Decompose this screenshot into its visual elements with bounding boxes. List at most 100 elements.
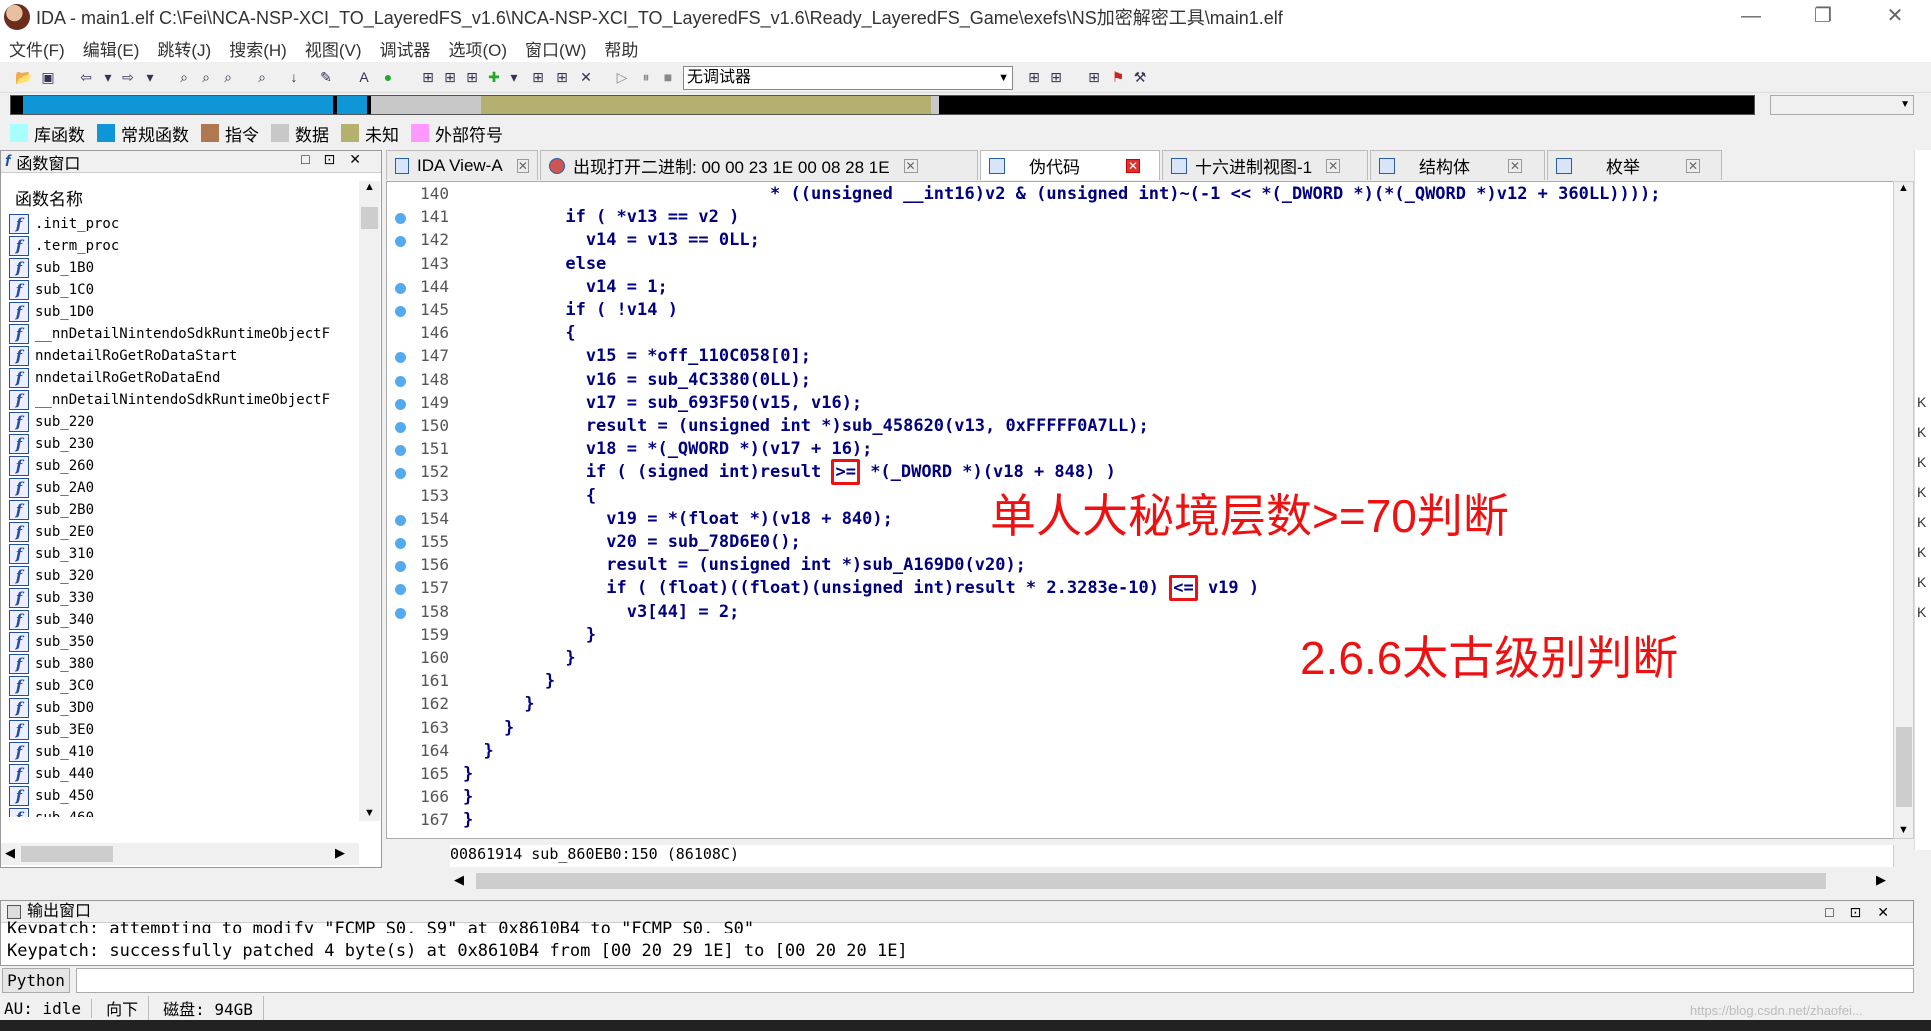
- green-dot-icon[interactable]: ●: [378, 67, 398, 87]
- scroll-down-icon[interactable]: ▼: [359, 807, 380, 819]
- scroll-up-icon[interactable]: ▲: [1894, 182, 1913, 194]
- scroll-right-icon[interactable]: ▶: [335, 845, 345, 861]
- code-line[interactable]: }: [463, 718, 514, 738]
- breakpoint-list-icon[interactable]: ⊞: [1084, 67, 1104, 87]
- tab-hex-view[interactable]: 十六进制视图-1 ✕: [1162, 150, 1368, 180]
- breakpoint-icon[interactable]: ⚑: [1108, 67, 1128, 87]
- code-line[interactable]: }: [463, 764, 473, 784]
- column-header-function-name[interactable]: 函数名称: [15, 185, 83, 210]
- function-list-hscrollbar[interactable]: ◀ ▶: [1, 843, 359, 865]
- code-line[interactable]: result = (unsigned int *)sub_458620(v13,…: [463, 416, 1149, 436]
- function-list-item[interactable]: f sub_410: [9, 741, 359, 763]
- code-line[interactable]: v18 = *(_QWORD *)(v17 + 16);: [463, 439, 873, 459]
- close-icon[interactable]: ✕: [516, 158, 529, 173]
- function-list-item[interactable]: f sub_2A0: [9, 477, 359, 499]
- function-list-item[interactable]: f sub_340: [9, 609, 359, 631]
- search-immediate-icon[interactable]: ⌕: [218, 67, 238, 87]
- function-list-item[interactable]: f sub_3C0: [9, 675, 359, 697]
- function-list-item[interactable]: f .init_proc: [9, 213, 359, 235]
- code-line[interactable]: }: [463, 625, 596, 645]
- minimize-button[interactable]: —: [1715, 0, 1787, 34]
- function-list-item[interactable]: f .term_proc: [9, 235, 359, 257]
- code-line[interactable]: else: [463, 254, 606, 274]
- breakpoint-dot-icon[interactable]: [395, 282, 406, 294]
- breakpoint-dot-icon[interactable]: [395, 514, 406, 526]
- function-list-item[interactable]: f sub_1D0: [9, 301, 359, 323]
- save-icon[interactable]: ▣: [38, 67, 58, 87]
- menu-debugger[interactable]: 调试器: [371, 36, 440, 61]
- stop-icon[interactable]: ■: [658, 67, 678, 87]
- code-line[interactable]: }: [463, 810, 473, 830]
- scroll-right-icon[interactable]: ▶: [1876, 872, 1886, 888]
- debugger-select[interactable]: 无调试器 ▼: [683, 66, 1013, 90]
- code-line[interactable]: }: [463, 671, 555, 691]
- code-line[interactable]: {: [463, 323, 575, 343]
- restore-button[interactable]: ❐: [1787, 0, 1859, 34]
- jump-down-icon[interactable]: ↓: [284, 67, 304, 87]
- function-list-item[interactable]: f sub_2E0: [9, 521, 359, 543]
- function-list-vscrollbar[interactable]: ▲ ▼: [359, 181, 380, 821]
- function-list-item[interactable]: f sub_1C0: [9, 279, 359, 301]
- tab-structures[interactable]: 结构体 ✕: [1370, 150, 1545, 180]
- function-list-item[interactable]: f sub_450: [9, 785, 359, 807]
- breakpoint-dot-icon[interactable]: [395, 375, 406, 387]
- tools-icon[interactable]: ⚒: [1130, 67, 1150, 87]
- chevron-down-icon[interactable]: ▾: [98, 67, 118, 87]
- tab-ida-view-a[interactable]: IDA View-A ✕: [386, 150, 538, 180]
- scroll-thumb[interactable]: [476, 873, 1826, 889]
- nav-combo[interactable]: ▼: [1770, 95, 1914, 115]
- menu-view[interactable]: 视图(V): [296, 36, 371, 61]
- debug-run-icon[interactable]: ⊞: [1046, 67, 1066, 87]
- close-icon[interactable]: ✕: [1326, 158, 1341, 173]
- code-line[interactable]: result = (unsigned int *)sub_A169D0(v20)…: [463, 555, 1026, 575]
- python-button[interactable]: Python: [2, 968, 70, 993]
- graph-icon-5[interactable]: ⊞: [552, 67, 572, 87]
- function-list-item[interactable]: f sub_230: [9, 433, 359, 455]
- function-list-item[interactable]: f sub_310: [9, 543, 359, 565]
- mark-position-icon[interactable]: ✎: [316, 67, 336, 87]
- graph-icon-1[interactable]: ⊞: [418, 67, 438, 87]
- scroll-thumb[interactable]: [1896, 727, 1912, 807]
- close-icon[interactable]: ✕: [1126, 158, 1140, 173]
- function-list-item[interactable]: f sub_1B0: [9, 257, 359, 279]
- code-line[interactable]: if ( !v14 ): [463, 300, 678, 320]
- function-list-item[interactable]: f nndetailRoGetRoDataEnd: [9, 367, 359, 389]
- python-input[interactable]: [76, 968, 1914, 993]
- code-line[interactable]: * ((unsigned __int16)v2 & (unsigned int)…: [463, 184, 1660, 204]
- forward-arrow-icon[interactable]: ⇨: [118, 67, 138, 87]
- function-list-item[interactable]: f sub_3D0: [9, 697, 359, 719]
- code-line[interactable]: v14 = 1;: [463, 277, 668, 297]
- chevron-down-icon[interactable]: ▾: [140, 67, 160, 87]
- menu-jump[interactable]: 跳转(J): [148, 36, 220, 61]
- close-button[interactable]: ✕: [1859, 0, 1931, 34]
- menu-search[interactable]: 搜索(H): [220, 36, 296, 61]
- code-line[interactable]: v20 = sub_78D6E0();: [463, 532, 800, 552]
- breakpoint-dot-icon[interactable]: [395, 422, 406, 433]
- code-line[interactable]: v19 = *(float *)(v18 + 840);: [463, 509, 893, 529]
- close-icon[interactable]: ✕: [1686, 158, 1700, 173]
- panel-buttons[interactable]: □⊡✕: [301, 151, 375, 168]
- function-list-item[interactable]: f __nnDetailNintendoSdkRuntimeObjectF: [9, 323, 359, 345]
- function-list-item[interactable]: f sub_220: [9, 411, 359, 433]
- function-list-item[interactable]: f sub_350: [9, 631, 359, 653]
- function-list-item[interactable]: f __nnDetailNintendoSdkRuntimeObjectF: [9, 389, 359, 411]
- open-icon[interactable]: 📂: [14, 67, 34, 87]
- text-icon[interactable]: A: [354, 67, 374, 87]
- code-line[interactable]: }: [463, 787, 473, 807]
- code-vscrollbar[interactable]: ▲ ▼: [1893, 181, 1914, 839]
- code-line[interactable]: v14 = v13 == 0LL;: [463, 230, 760, 250]
- graph-icon-2[interactable]: ⊞: [440, 67, 460, 87]
- function-list-item[interactable]: f sub_3E0: [9, 719, 359, 741]
- scroll-down-icon[interactable]: ▼: [1894, 824, 1913, 836]
- code-hscrollbar[interactable]: ◀ ▶: [450, 870, 1894, 892]
- search-next-icon[interactable]: ⌕: [252, 67, 272, 87]
- navigation-band[interactable]: [10, 95, 1755, 115]
- scroll-thumb[interactable]: [21, 846, 113, 862]
- close-x-icon[interactable]: ✕: [576, 67, 596, 87]
- menu-options[interactable]: 选项(O): [440, 36, 517, 61]
- breakpoint-dot-icon[interactable]: [395, 607, 406, 619]
- scroll-thumb[interactable]: [361, 207, 378, 229]
- breakpoint-dot-icon[interactable]: [395, 538, 406, 549]
- code-line[interactable]: }: [463, 741, 493, 761]
- menu-file[interactable]: 文件(F): [0, 36, 74, 61]
